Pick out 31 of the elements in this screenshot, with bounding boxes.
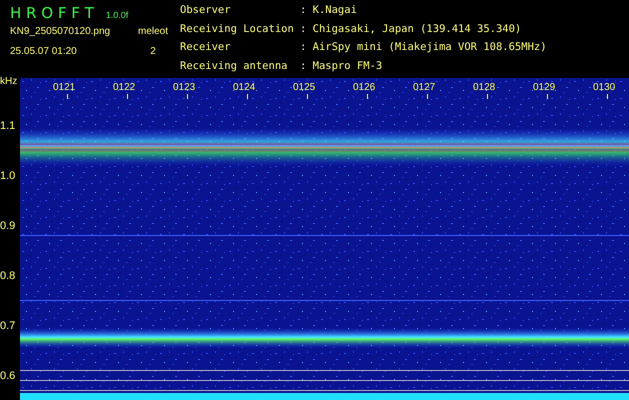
info-value: : AirSpy mini (Miakejima VOR 108.65MHz) — [300, 41, 547, 55]
axis-label: 0.6 — [0, 369, 16, 384]
info-label: Receiver — [180, 41, 232, 55]
time-label: 0126 — [353, 82, 373, 93]
axis-label: 0.7 — [0, 319, 16, 334]
time-label: 0122 — [113, 82, 133, 93]
time-label: 0129 — [533, 82, 553, 93]
info-label: Observer — [180, 4, 232, 18]
time-label: 0123 — [173, 82, 193, 93]
axis-unit: kHz — [0, 76, 18, 87]
info-label: Receiving antenna — [180, 60, 288, 74]
axis-label: 0.8 — [0, 269, 16, 284]
time-label: 0124 — [233, 82, 253, 93]
axis-label: 1.1 — [0, 119, 16, 134]
time-label: 0130 — [593, 82, 613, 93]
timestamp-label: 25.05.07 01:20 — [10, 46, 78, 57]
axis-label: 1.0 — [0, 169, 16, 184]
info-label: Receiving Location — [180, 22, 295, 36]
counter-label: meleot — [138, 26, 168, 37]
info-value: : Chigasaki, Japan (139.414 35.340) — [300, 22, 522, 36]
filename-label: KN9_2505070120.png — [10, 26, 110, 37]
time-label: 0125 — [293, 82, 313, 93]
time-label: 0128 — [473, 82, 493, 93]
info-value: : K.Nagai — [300, 4, 358, 18]
version-label: 1.0.0f — [106, 10, 128, 20]
time-label: 0121 — [53, 82, 73, 93]
counter-value: 2 — [150, 46, 156, 57]
axis-label: 0.9 — [0, 219, 16, 234]
app-title: H R O F F T — [10, 4, 94, 22]
time-label: 0127 — [413, 82, 433, 93]
info-value: : Maspro FM-3 — [300, 60, 384, 74]
